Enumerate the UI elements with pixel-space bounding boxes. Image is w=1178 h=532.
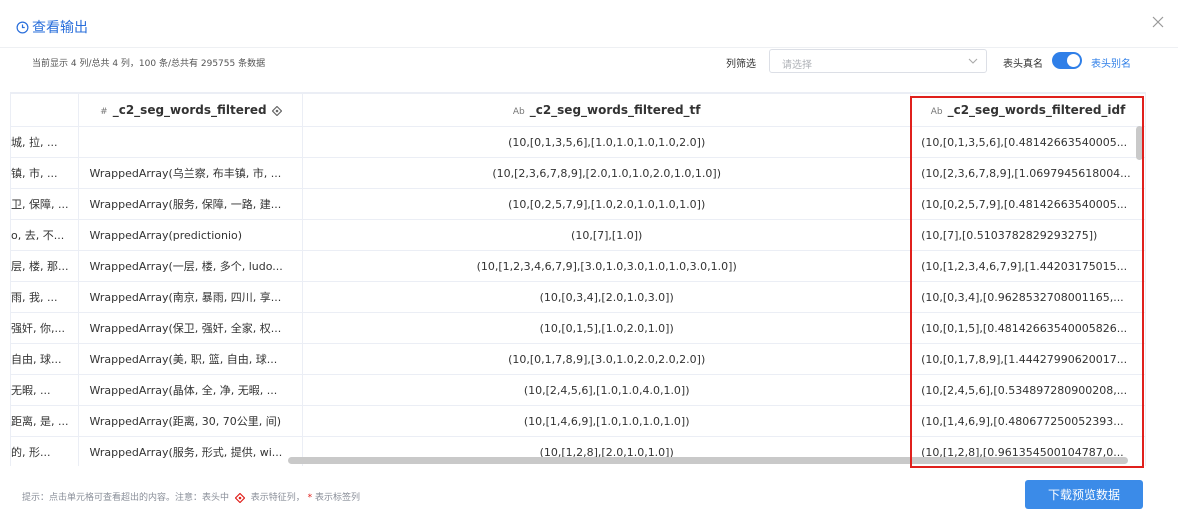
table-cell[interactable]: (10,[0,2,5,7,9],[0.48142663540005...: [910, 188, 1146, 220]
table-cell[interactable]: (10,[2,4,5,6],[0.534897280900208,...: [910, 374, 1146, 406]
close-icon[interactable]: [1150, 14, 1166, 30]
column-header-label: _c2_seg_words_filtered_tf: [529, 103, 701, 117]
column-header-1[interactable]: # _c2_seg_words_filtered: [78, 93, 304, 127]
table-cell[interactable]: (10,[0,1,5],[1.0,2.0,1.0]): [302, 312, 912, 344]
horizontal-scrollbar[interactable]: [288, 457, 1128, 464]
table-cell[interactable]: (10,[0,1,7,8,9],[1.44427990620017...: [910, 343, 1146, 375]
header-realname-label: 表头真名: [1003, 59, 1043, 70]
column-filter-placeholder: 请选择: [782, 60, 812, 71]
table-cell[interactable]: (10,[1,2,3,4,6,7,9],[1.44203175015...: [910, 250, 1146, 282]
header-name-toggle[interactable]: [1052, 52, 1082, 69]
table-cell[interactable]: (10,[7],[0.5103782829293275]): [910, 219, 1146, 251]
column-header-2[interactable]: Ab _c2_seg_words_filtered_tf: [302, 93, 912, 127]
table-cell[interactable]: (10,[0,1,5],[0.48142663540005826...: [910, 312, 1146, 344]
table-cell[interactable]: (10,[1,4,6,9],[1.0,1.0,1.0,1.0]): [302, 405, 912, 437]
hint-suffix: 表示标签列: [315, 493, 361, 503]
table-row[interactable]: 镇, 市, ... WrappedArray(乌兰察, 布丰镇, 市, ... (1…: [10, 157, 1146, 189]
cell-overlay: [89, 128, 279, 156]
dialog-title: 查看输出: [16, 17, 88, 37]
toggle-knob: [1067, 54, 1080, 67]
text-type-icon: Ab: [512, 107, 525, 117]
data-summary: 当前显示 4 列/总共 4 列，100 条/总共有 295755 条数据: [32, 59, 266, 69]
header-alias-label: 表头别名: [1091, 59, 1131, 70]
feature-marker-icon: [234, 492, 245, 503]
text-type-icon: Ab: [930, 107, 943, 117]
table-cell[interactable]: 城, 拉, ...: [10, 126, 80, 158]
table-cell[interactable]: WrappedArray(美, 职, 篮, 自由, 球...: [78, 343, 304, 375]
table-cell[interactable]: o, 去, 不...: [10, 219, 80, 251]
table-row[interactable]: 层, 楼, 那... WrappedArray(一层, 楼, 多个, ludo..…: [10, 250, 1146, 282]
table-cell[interactable]: (10,[1,4,6,9],[0.480677250052393...: [910, 405, 1146, 437]
column-header-label: _c2_seg_words_filtered_idf: [947, 103, 1126, 117]
table-cell[interactable]: 强奸, 你,...: [10, 312, 80, 344]
table-cell[interactable]: (10,[0,1,3,5,6],[0.48142663540005...: [910, 126, 1146, 158]
table-cell[interactable]: WrappedArray(服务, 形式, 提供, wi...: [78, 436, 304, 466]
table-cell[interactable]: 层, 楼, 那...: [10, 250, 80, 282]
table-cell[interactable]: WrappedArray(服务, 保障, 一路, 建...: [78, 188, 304, 220]
table-cell[interactable]: 卫, 保障, ...: [10, 188, 80, 220]
table-row[interactable]: 无暇, ... WrappedArray(晶体, 全, 净, 无暇, ... (10…: [10, 374, 1146, 406]
table-cell[interactable]: (10,[1,2,3,4,6,7,9],[3.0,1.0,3.0,1.0,1.0…: [302, 250, 912, 282]
table-cell[interactable]: 雨, 我, ...: [10, 281, 80, 313]
column-header-3[interactable]: Ab _c2_seg_words_filtered_idf: [910, 93, 1146, 127]
table-cell[interactable]: WrappedArray(南京, 暴雨, 四川, 享...: [78, 281, 304, 313]
table-cell[interactable]: 的, 形...: [10, 436, 80, 466]
column-filter-label: 列筛选: [726, 59, 756, 70]
table-cell[interactable]: (10,[0,1,7,8,9],[3.0,1.0,2.0,2.0,2.0]): [302, 343, 912, 375]
feature-marker-icon: [271, 105, 282, 116]
label-star-marker: *: [307, 493, 313, 503]
table-cell[interactable]: (10,[7],[1.0]): [302, 219, 912, 251]
table-row[interactable]: 强奸, 你,... WrappedArray(保卫, 强奸, 全家, 权... (1…: [10, 312, 1146, 344]
dialog-header: 查看输出: [0, 0, 1178, 48]
table-row[interactable]: 雨, 我, ... WrappedArray(南京, 暴雨, 四川, 享... (1…: [10, 281, 1146, 313]
table-cell[interactable]: (10,[0,1,3,5,6],[1.0,1.0,1.0,1.0,2.0]): [302, 126, 912, 158]
table-cell[interactable]: (10,[2,4,5,6],[1.0,1.0,4.0,1.0]): [302, 374, 912, 406]
table-row[interactable]: 卫, 保障, ... WrappedArray(服务, 保障, 一路, 建...(…: [10, 188, 1146, 220]
table-cell[interactable]: (10,[0,2,5,7,9],[1.0,2.0,1.0,1.0,1.0]): [302, 188, 912, 220]
table-cell[interactable]: WrappedArray(predictionio): [78, 219, 304, 251]
table-cell[interactable]: WrappedArray(晶体, 全, 净, 无暇, ...: [78, 374, 304, 406]
column-header-label: _c2_seg_words_filtered: [112, 103, 267, 117]
hint-mid: 表示特征列，: [250, 493, 305, 503]
table-cell[interactable]: WrappedArray(保卫, 强奸, 全家, 权...: [78, 312, 304, 344]
table-cell[interactable]: 无暇, ...: [10, 374, 80, 406]
table-cell[interactable]: WrappedArray(距离, 30, 70公里, 间): [78, 405, 304, 437]
table-row[interactable]: 距离, 是, ... WrappedArray(距离, 30, 70公里, 间)(…: [10, 405, 1146, 437]
column-filter-select[interactable]: 请选择: [769, 49, 987, 73]
number-type-icon: #: [100, 107, 108, 117]
table-cell[interactable]: (10,[2,3,6,7,8,9],[1.0697945618004...: [910, 157, 1146, 189]
column-header-0[interactable]: [10, 93, 80, 127]
table-row[interactable]: 自由, 球... WrappedArray(美, 职, 篮, 自由, 球... (1…: [10, 343, 1146, 375]
data-table-container[interactable]: # _c2_seg_words_filtered Ab _c2_seg_words_…: [10, 92, 1146, 466]
footer-hint: 提示：点击单元格可查看超出的内容。注意：表头中 表示特征列， * 表示标签列: [22, 490, 360, 503]
table-header-row: # _c2_seg_words_filtered Ab _c2_seg_words_…: [10, 93, 1146, 127]
table-cell[interactable]: (10,[2,3,6,7,8,9],[2.0,1.0,1.0,2.0,1.0,1…: [302, 157, 912, 189]
vertical-scrollbar[interactable]: [1136, 126, 1143, 160]
table-cell[interactable]: 镇, 市, ...: [10, 157, 80, 189]
table-cell[interactable]: 距离, 是, ...: [10, 405, 80, 437]
table-row[interactable]: o, 去, 不... WrappedArray(predictionio) (10,…: [10, 219, 1146, 251]
table-cell[interactable]: 自由, 球...: [10, 343, 80, 375]
hint-prefix: 提示：点击单元格可查看超出的内容。注意：表头中: [22, 493, 230, 503]
output-dialog: 查看输出 当前显示 4 列/总共 4 列，100 条/总共有 295755 条数…: [0, 0, 1178, 532]
table-body: 城, 拉, ...盐城, 拉, 回来...(10,[0,1,3,5,6],[1.…: [10, 126, 1146, 466]
table-cell[interactable]: (10,[0,3,4],[2.0,1.0,3.0]): [302, 281, 912, 313]
table-cell[interactable]: WrappedArray(一层, 楼, 多个, ludo...: [78, 250, 304, 282]
clock-icon: [16, 21, 29, 33]
chevron-down-icon: [968, 58, 978, 64]
table-cell[interactable]: WrappedArray(乌兰察, 布丰镇, 市, ...: [78, 157, 304, 189]
download-preview-button[interactable]: 下载预览数据: [1025, 480, 1143, 509]
dialog-title-text: 查看输出: [32, 20, 88, 36]
table-cell[interactable]: (10,[0,3,4],[0.9628532708001165,...: [910, 281, 1146, 313]
